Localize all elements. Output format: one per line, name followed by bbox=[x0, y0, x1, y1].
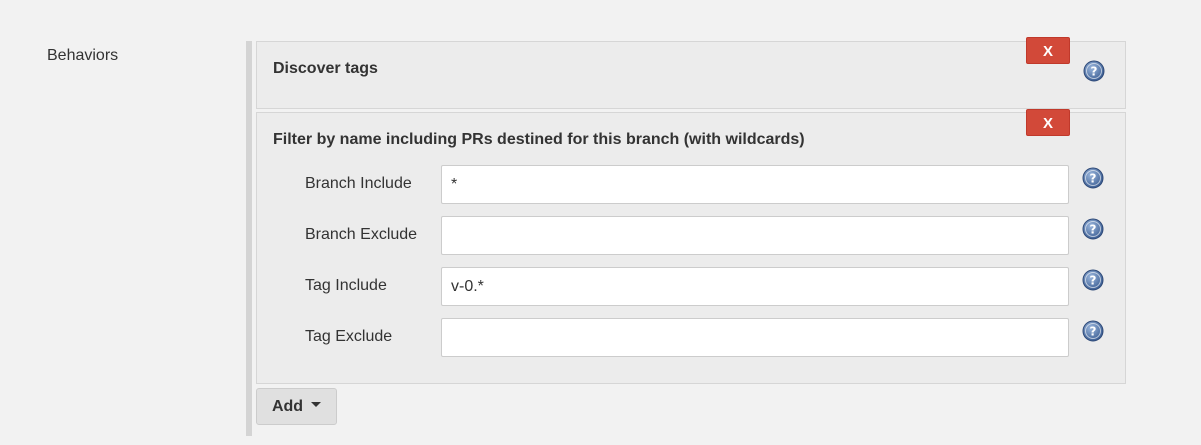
help-icon[interactable]: ? bbox=[1082, 167, 1104, 189]
svg-text:?: ? bbox=[1090, 223, 1097, 237]
behavior-discover-tags: Discover tags X ? bbox=[256, 37, 1126, 109]
behavior-filter-by-name: Filter by name including PRs destined fo… bbox=[256, 109, 1126, 384]
tag-exclude-label: Tag Exclude bbox=[305, 328, 393, 345]
behavior-title: Filter by name including PRs destined fo… bbox=[273, 131, 805, 148]
help-icon[interactable]: ? bbox=[1082, 218, 1104, 240]
tag-include-input[interactable] bbox=[441, 267, 1069, 306]
branch-include-label: Branch Include bbox=[305, 175, 412, 192]
caret-down-icon bbox=[311, 401, 322, 407]
branch-exclude-input[interactable] bbox=[441, 216, 1069, 255]
help-icon[interactable]: ? bbox=[1083, 60, 1105, 82]
add-behavior-button[interactable]: Add bbox=[256, 388, 337, 425]
help-icon[interactable]: ? bbox=[1082, 320, 1104, 342]
tag-exclude-input[interactable] bbox=[441, 318, 1069, 357]
tag-include-row: Tag Include ? bbox=[257, 267, 1125, 307]
delete-behavior-button[interactable]: X bbox=[1026, 37, 1070, 64]
tag-exclude-row: Tag Exclude ? bbox=[257, 318, 1125, 358]
tag-include-label: Tag Include bbox=[305, 277, 387, 294]
svg-text:?: ? bbox=[1090, 172, 1097, 186]
delete-behavior-button[interactable]: X bbox=[1026, 109, 1070, 136]
behaviors-label: Behaviors bbox=[47, 47, 119, 64]
svg-text:?: ? bbox=[1091, 65, 1098, 79]
svg-text:?: ? bbox=[1090, 325, 1097, 339]
left-rail bbox=[246, 41, 252, 436]
help-icon[interactable]: ? bbox=[1082, 269, 1104, 291]
behavior-title: Discover tags bbox=[273, 60, 378, 77]
add-button-label: Add bbox=[271, 397, 304, 415]
branch-exclude-row: Branch Exclude ? bbox=[257, 216, 1125, 256]
branch-exclude-label: Branch Exclude bbox=[305, 226, 418, 243]
branch-include-input[interactable] bbox=[441, 165, 1069, 204]
branch-include-row: Branch Include ? bbox=[257, 165, 1125, 205]
svg-text:?: ? bbox=[1090, 274, 1097, 288]
